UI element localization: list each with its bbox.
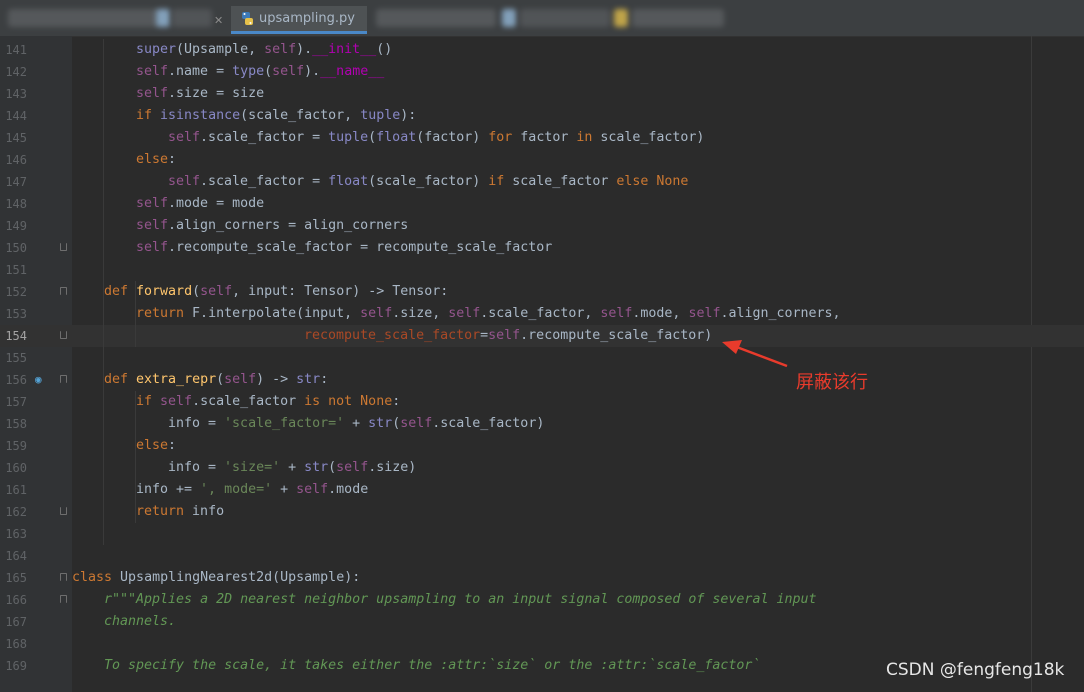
annotation-note: 屏蔽该行 — [796, 372, 868, 393]
csdn-watermark: CSDN @fengfeng18k — [886, 660, 1065, 680]
red-arrow-annotation — [722, 340, 788, 368]
